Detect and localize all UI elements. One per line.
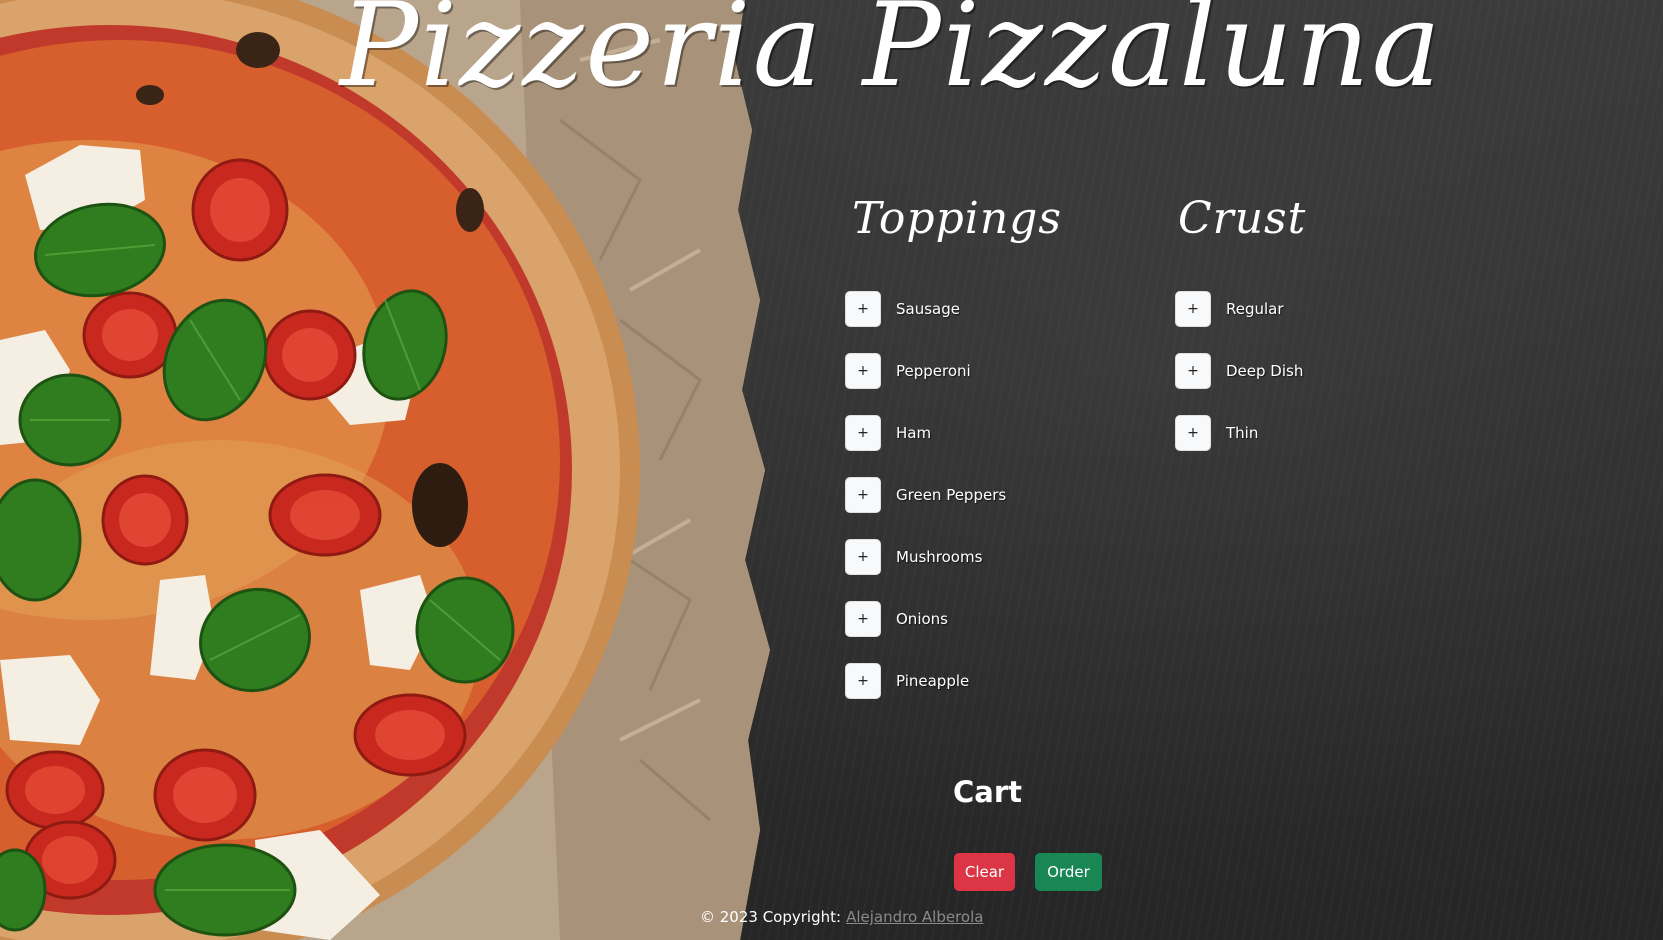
topping-option-green-peppers: + Green Peppers [845, 476, 1006, 514]
pizza-photo [0, 0, 780, 940]
topping-label: Onions [896, 610, 948, 628]
add-pepperoni-button[interactable]: + [845, 353, 881, 389]
add-onions-button[interactable]: + [845, 601, 881, 637]
author-link[interactable]: Alejandro Alberola [846, 908, 983, 926]
copyright-text: © 2023 Copyright: [700, 908, 842, 926]
topping-label: Green Peppers [896, 486, 1007, 504]
topping-option-onions: + Onions [845, 600, 948, 638]
cart-heading: Cart [953, 775, 1023, 809]
add-ham-button[interactable]: + [845, 415, 881, 451]
add-green-peppers-button[interactable]: + [845, 477, 881, 513]
add-sausage-button[interactable]: + [845, 291, 881, 327]
topping-label: Mushrooms [896, 548, 983, 566]
crust-heading: Crust [1178, 193, 1307, 244]
page: Pizzeria Pizzaluna Toppings + Sausage + … [0, 0, 1663, 940]
crust-option-regular: + Regular [1175, 290, 1284, 328]
clear-button[interactable]: Clear [954, 853, 1015, 891]
topping-option-sausage: + Sausage [845, 290, 960, 328]
add-mushrooms-button[interactable]: + [845, 539, 881, 575]
add-pineapple-button[interactable]: + [845, 663, 881, 699]
footer: © 2023 Copyright: Alejandro Alberola [700, 908, 983, 926]
crust-option-thin: + Thin [1175, 414, 1258, 452]
toppings-heading: Toppings [852, 193, 1062, 244]
topping-label: Sausage [896, 300, 960, 318]
crust-label: Regular [1226, 300, 1284, 318]
topping-label: Ham [896, 424, 932, 442]
topping-label: Pineapple [896, 672, 970, 690]
topping-option-pineapple: + Pineapple [845, 662, 969, 700]
add-thin-crust-button[interactable]: + [1175, 415, 1211, 451]
topping-option-pepperoni: + Pepperoni [845, 352, 971, 390]
add-deep-dish-crust-button[interactable]: + [1175, 353, 1211, 389]
order-button[interactable]: Order [1035, 853, 1102, 891]
topping-option-mushrooms: + Mushrooms [845, 538, 982, 576]
crust-label: Thin [1226, 424, 1259, 442]
topping-option-ham: + Ham [845, 414, 931, 452]
topping-label: Pepperoni [896, 362, 971, 380]
add-regular-crust-button[interactable]: + [1175, 291, 1211, 327]
crust-option-deep-dish: + Deep Dish [1175, 352, 1303, 390]
crust-label: Deep Dish [1226, 362, 1304, 380]
page-title: Pizzeria Pizzaluna [340, 0, 1443, 113]
